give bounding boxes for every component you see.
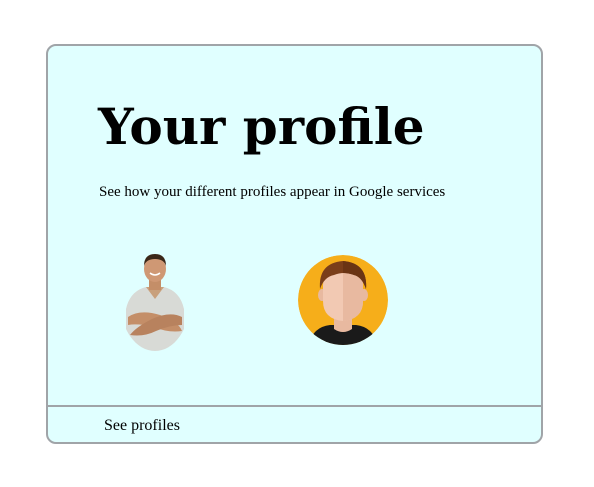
person-photo-avatar <box>120 251 190 351</box>
card-footer: See profiles <box>48 407 541 442</box>
page-title: Your profile <box>98 97 425 156</box>
see-profiles-link[interactable]: See profiles <box>104 416 180 436</box>
cartoon-person-avatar <box>298 255 388 345</box>
profile-card-body: Your profile See how your different prof… <box>48 46 541 407</box>
profile-card: Your profile See how your different prof… <box>46 44 543 444</box>
page-subtitle: See how your different profiles appear i… <box>99 184 446 200</box>
